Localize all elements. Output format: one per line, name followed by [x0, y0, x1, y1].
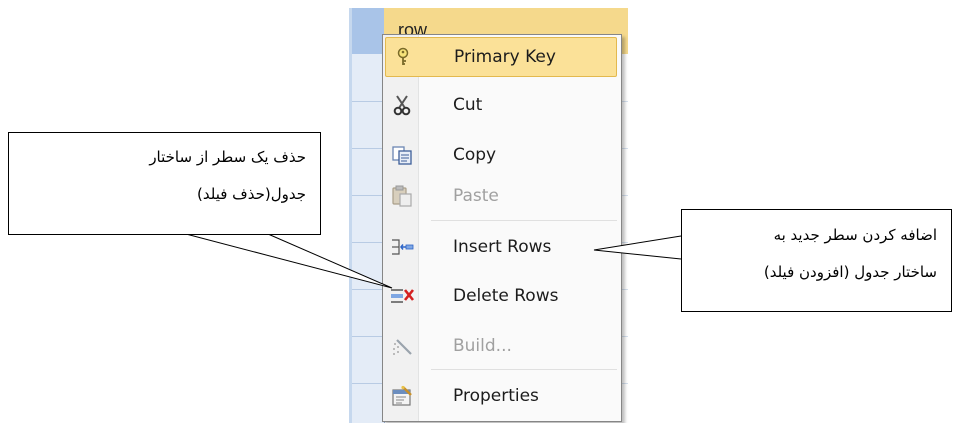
- callout-line: ساختار جدول (افزودن فیلد): [763, 263, 937, 281]
- callout-line: حذف یک سطر از ساختار: [149, 148, 306, 166]
- insert-callout-pointer: [593, 235, 682, 260]
- insert-rows-callout: اضافه کردن سطر جدید به ساختار جدول (افزو…: [681, 209, 952, 312]
- callout-line: جدول(حذف فیلد): [197, 185, 306, 203]
- delete-rows-callout: حذف یک سطر از ساختار جدول(حذف فیلد): [8, 132, 321, 235]
- callout-line: اضافه کردن سطر جدید به: [773, 226, 937, 244]
- delete-callout-pointer: [185, 233, 393, 289]
